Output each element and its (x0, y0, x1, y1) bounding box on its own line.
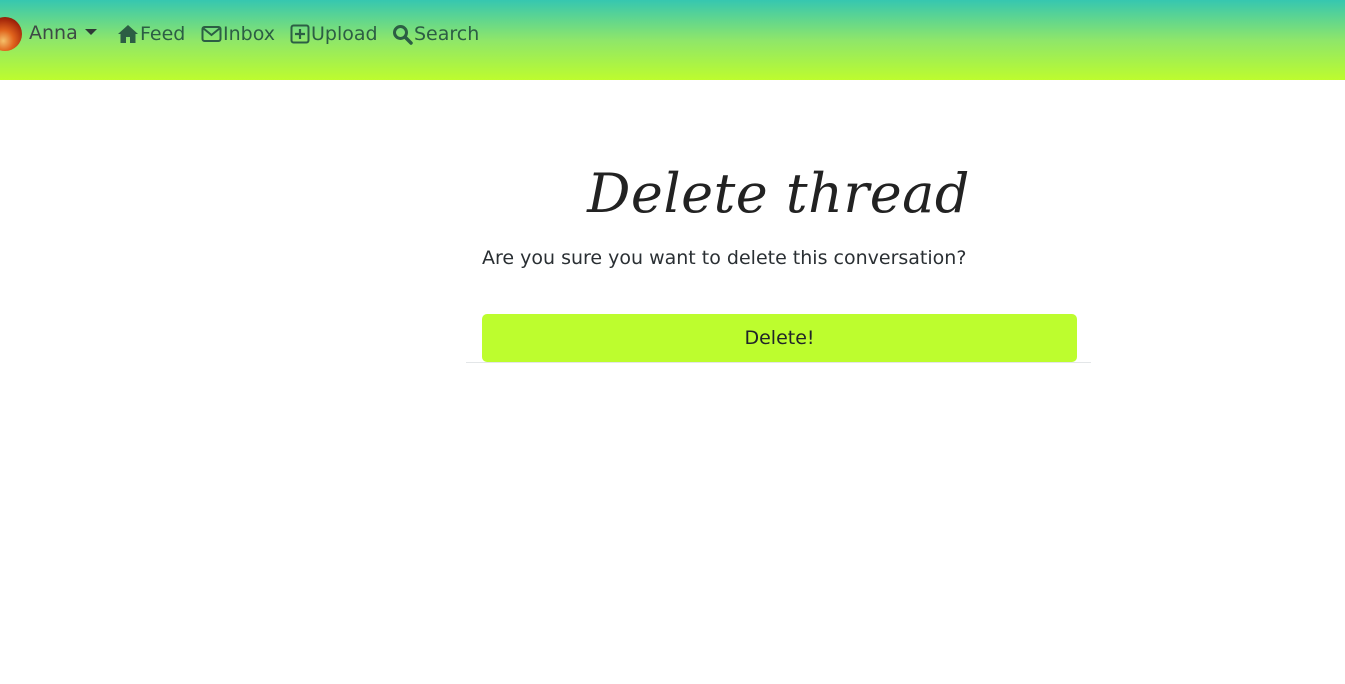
nav-inbox-label: Inbox (223, 23, 275, 45)
nav-inbox-link[interactable]: Inbox (201, 17, 275, 51)
nav-search-label: Search (414, 23, 480, 45)
nav-feed-label: Feed (140, 23, 186, 45)
nav-upload-label: Upload (311, 23, 378, 45)
top-navbar: Anna Feed Inbox Upload Search (0, 0, 1345, 80)
delete-button[interactable]: Delete! (482, 314, 1077, 362)
confirmation-message: Are you sure you want to delete this con… (482, 247, 967, 269)
envelope-icon (201, 26, 222, 42)
nav-search-link[interactable]: Search (392, 17, 479, 51)
avatar[interactable] (0, 17, 22, 51)
caret-down-icon[interactable] (85, 29, 97, 35)
search-icon (393, 24, 413, 45)
user-name[interactable]: Anna (29, 22, 78, 44)
plus-square-icon (290, 24, 310, 44)
delete-thread-panel: Delete thread Are you sure you want to d… (466, 150, 1091, 363)
nav-feed-link[interactable]: Feed (117, 17, 185, 51)
page-title: Delete thread (587, 162, 970, 225)
nav-upload-link[interactable]: Upload (290, 17, 378, 51)
home-icon (118, 25, 138, 43)
